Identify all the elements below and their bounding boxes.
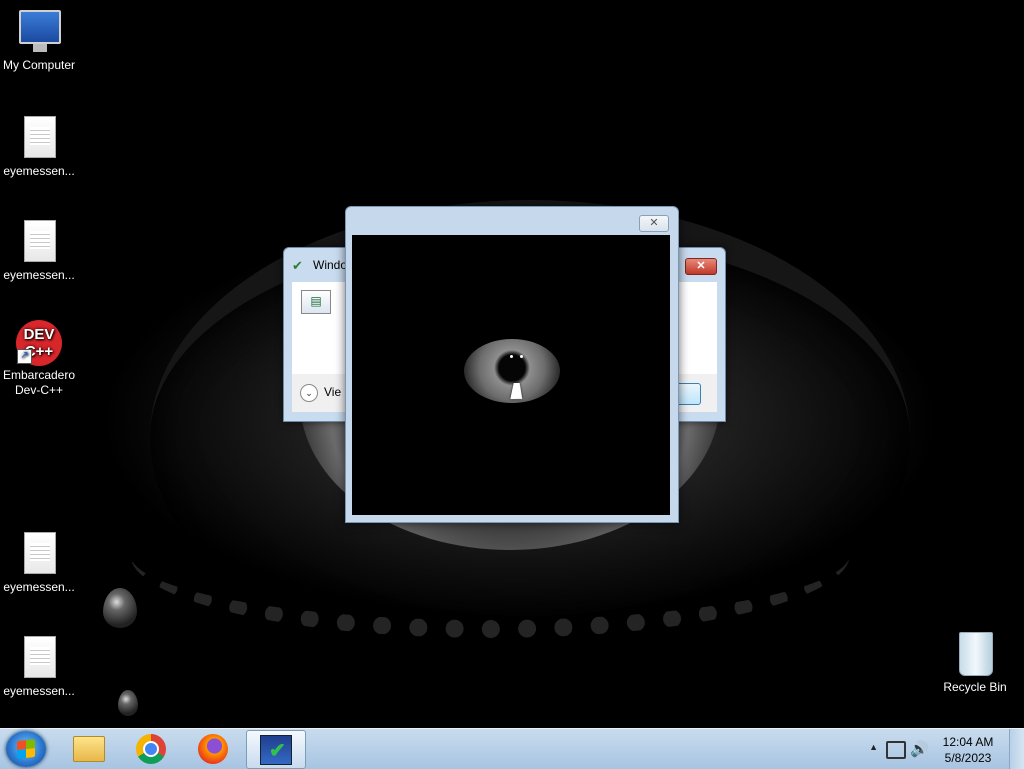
desktop-icon-file[interactable]: eyemessen...	[0, 532, 78, 595]
taskbar: ▲ 🔊 12:04 AM 5/8/2023	[0, 728, 1024, 769]
desktop-icon-label: eyemessen...	[3, 580, 75, 594]
window-title: Windo	[313, 258, 348, 272]
security-check-icon	[260, 734, 292, 765]
taskbar-security-app[interactable]	[246, 730, 306, 769]
desktop-icon-label: eyemessen...	[3, 268, 75, 282]
text-file-icon	[19, 532, 59, 576]
desktop-icon-file[interactable]: eyemessen...	[0, 116, 78, 179]
recycle-bin-icon	[955, 632, 995, 676]
text-file-icon	[19, 636, 59, 680]
clock[interactable]: 12:04 AM 5/8/2023	[938, 734, 998, 766]
close-button[interactable]: ✕	[639, 215, 669, 232]
windows-logo-icon	[17, 739, 35, 759]
desktop-icon-file[interactable]: eyemessen...	[0, 636, 78, 699]
firefox-icon	[198, 733, 228, 764]
taskbar-firefox[interactable]	[184, 730, 242, 767]
volume-icon[interactable]: 🔊	[910, 740, 929, 758]
clock-date: 5/8/2023	[944, 751, 992, 765]
show-hidden-icons-arrow-icon[interactable]: ▲	[869, 742, 878, 752]
show-desktop-button[interactable]	[1009, 729, 1024, 769]
start-button[interactable]	[6, 731, 46, 767]
desktop-icon-label: Embarcadero Dev-C++	[2, 368, 76, 397]
desktop-icon-my-computer[interactable]: My Computer	[0, 10, 78, 73]
desktop-icon-file[interactable]: eyemessen...	[0, 220, 78, 283]
taskbar-chrome[interactable]	[122, 730, 180, 767]
chrome-icon	[136, 733, 166, 764]
network-icon[interactable]	[886, 741, 906, 759]
eye-highlight	[520, 355, 523, 358]
text-file-icon	[19, 220, 59, 264]
taskbar-file-explorer[interactable]	[60, 730, 118, 767]
desktop-icon-label: eyemessen...	[3, 164, 75, 178]
document-icon: ▤	[301, 290, 331, 314]
desktop-icon-label: My Computer	[2, 58, 76, 72]
eye-window[interactable]: ✕	[345, 206, 679, 523]
eye-canvas	[352, 235, 670, 515]
wallpaper-tear	[118, 690, 138, 716]
devcpp-icon: DEV C++ ↗	[16, 320, 62, 366]
view-details-link[interactable]: Vie	[324, 385, 341, 399]
wallpaper-tear	[103, 588, 137, 628]
devcpp-badge-top: DEV	[23, 326, 55, 343]
text-file-icon	[19, 116, 59, 160]
desktop-icon-devcpp[interactable]: DEV C++ ↗ Embarcadero Dev-C++	[0, 320, 78, 398]
clock-time: 12:04 AM	[942, 735, 994, 749]
desktop: My Computer eyemessen... eyemessen... DE…	[0, 0, 1024, 728]
desktop-icon-label: Recycle Bin	[943, 680, 1007, 694]
desktop-icon-recycle-bin[interactable]: Recycle Bin	[936, 632, 1014, 695]
system-tray: ▲ 🔊 12:04 AM 5/8/2023	[824, 729, 1024, 769]
shortcut-arrow-icon: ↗	[17, 349, 32, 364]
computer-icon	[19, 10, 61, 54]
folder-icon	[73, 735, 105, 762]
close-button[interactable]: ✕	[685, 258, 717, 275]
security-check-icon: ✔	[292, 258, 303, 273]
desktop-icon-label: eyemessen...	[3, 684, 75, 698]
eye-highlight	[510, 355, 513, 358]
chevron-down-icon[interactable]: ⌄	[300, 384, 318, 402]
